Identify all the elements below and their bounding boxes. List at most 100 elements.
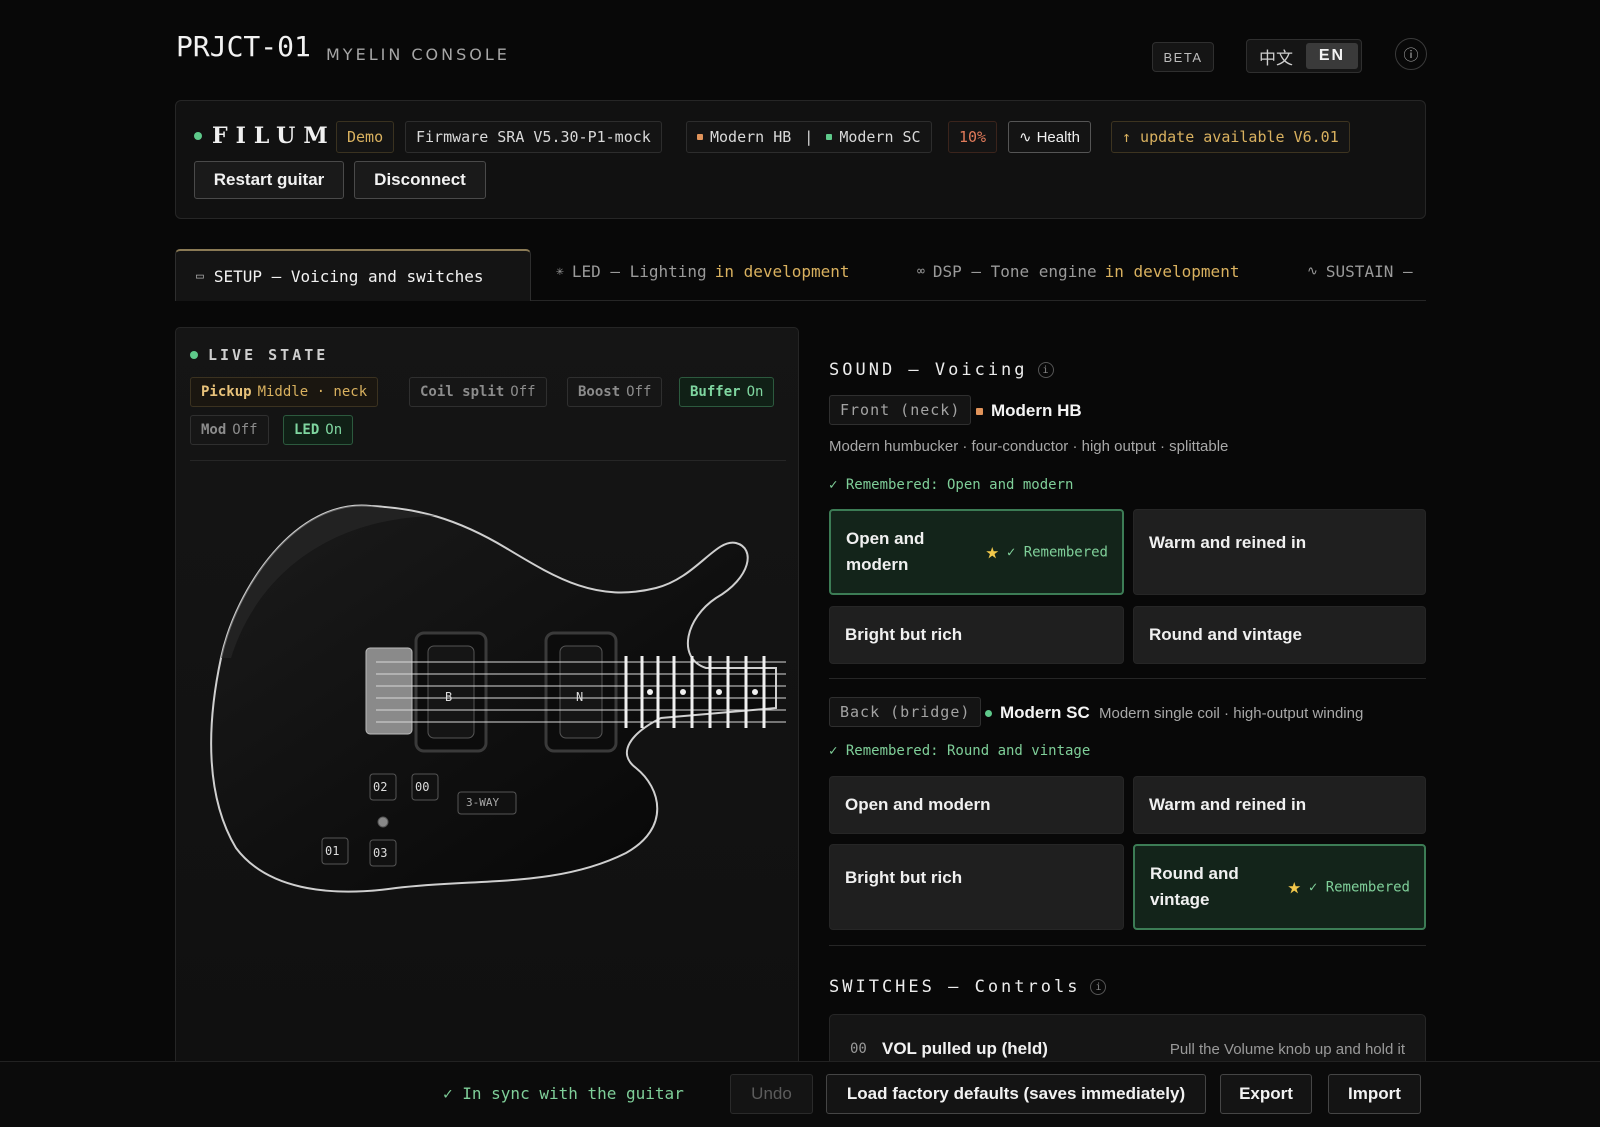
footer-bar: ✓ In sync with the guitar Undo Load fact… bbox=[0, 1061, 1600, 1127]
back-pickup-name-label: Modern SC bbox=[1000, 703, 1090, 722]
tab-dsp-status: in development bbox=[1104, 262, 1240, 281]
language-option-en[interactable]: EN bbox=[1306, 43, 1358, 69]
device-card: FILUM Demo Firmware SRA V5.30-P1-mock Mo… bbox=[175, 100, 1426, 219]
voicing-label: Round and vintage bbox=[1149, 625, 1302, 644]
knob-03-label[interactable]: 03 bbox=[373, 846, 387, 860]
mode-badge: Demo bbox=[336, 121, 395, 153]
device-name-label: FILUM bbox=[212, 123, 336, 149]
pickup-divider bbox=[829, 678, 1426, 679]
voicing-label: Bright but rich bbox=[845, 868, 963, 887]
back-pickup-name: Modern SC bbox=[985, 703, 1090, 723]
language-switch: 中文 EN bbox=[1246, 39, 1362, 73]
front-voicing-warm-and-reined-in[interactable]: Warm and reined in bbox=[1133, 509, 1426, 595]
battery-label: 10% bbox=[959, 128, 987, 146]
state-key: Pickup bbox=[201, 384, 252, 400]
app-subtitle: MYELIN CONSOLE bbox=[326, 45, 510, 64]
pulse-icon: ∿ bbox=[1019, 129, 1032, 146]
tab-led-label: LED — Lighting bbox=[571, 262, 707, 281]
health-button[interactable]: ∿ Health bbox=[1008, 121, 1091, 153]
state-key: Boost bbox=[578, 384, 621, 400]
update-label: ↑ update available V6.01 bbox=[1122, 128, 1339, 146]
back-voicing-warm-and-reined-in[interactable]: Warm and reined in bbox=[1133, 776, 1426, 834]
remembered-tag-label: ✓ Remembered bbox=[1006, 544, 1108, 560]
firmware-label: Firmware SRA V5.30-P1-mock bbox=[416, 128, 651, 146]
tab-dsp-label: DSP — Tone engine bbox=[932, 262, 1097, 281]
back-voicing-round-and-vintage[interactable]: Round and vintage ★ ✓ Remembered bbox=[1133, 844, 1426, 930]
load-factory-defaults-button[interactable]: Load factory defaults (saves immediately… bbox=[826, 1074, 1206, 1114]
state-value: On bbox=[746, 384, 764, 400]
pickups-badge: Modern HB | Modern SC bbox=[686, 121, 932, 153]
update-badge[interactable]: ↑ update available V6.01 bbox=[1111, 121, 1350, 153]
restart-guitar-button[interactable]: Restart guitar bbox=[194, 161, 344, 199]
sparkle-icon: ✳ bbox=[556, 264, 564, 279]
connection-status-icon bbox=[194, 132, 202, 140]
state-value: Off bbox=[510, 384, 536, 400]
front-remembered: ✓ Remembered: Open and modern bbox=[829, 477, 1074, 493]
back-voicing-bright-but-rich[interactable]: Bright but rich bbox=[829, 844, 1124, 930]
setup-icon: ▭ bbox=[196, 268, 204, 284]
state-key: Mod bbox=[201, 422, 227, 438]
back-pickup-description: Modern single coil · high-output winding bbox=[1099, 705, 1364, 722]
switch-code: 00 bbox=[850, 1041, 867, 1057]
back-remembered: ✓ Remembered: Round and vintage bbox=[829, 743, 1091, 759]
sound-title-label: SOUND — Voicing bbox=[829, 360, 1028, 380]
language-option-zh[interactable]: 中文 bbox=[1250, 43, 1302, 69]
three-way-switch-label[interactable]: 3-WAY bbox=[466, 796, 499, 809]
info-icon[interactable]: ⓘ bbox=[1395, 38, 1427, 70]
infinity-icon: ∞ bbox=[917, 264, 925, 279]
state-value: On bbox=[325, 422, 343, 438]
sound-info-icon[interactable]: i bbox=[1037, 362, 1054, 378]
firmware-badge: Firmware SRA V5.30-P1-mock bbox=[405, 121, 662, 153]
switches-section-title: SWITCHES — Controls i bbox=[829, 977, 1107, 997]
battery-badge: 10% bbox=[948, 121, 998, 153]
tab-setup[interactable]: ▭ SETUP — Voicing and switches bbox=[175, 249, 531, 301]
health-label: Health bbox=[1036, 128, 1080, 146]
front-voicing-open-and-modern[interactable]: Open and modern ★ ✓ Remembered bbox=[829, 509, 1124, 595]
star-icon: ★ bbox=[1287, 874, 1301, 900]
voicing-label: Warm and reined in bbox=[1149, 533, 1307, 552]
disconnect-button[interactable]: Disconnect bbox=[354, 161, 486, 199]
switch-name: VOL pulled up (held) bbox=[882, 1039, 1048, 1058]
tab-setup-label: SETUP — Voicing and switches bbox=[213, 266, 484, 286]
state-chip-coil-split: Coil split Off bbox=[409, 377, 547, 407]
app-brand: PRJCT-01 bbox=[176, 30, 311, 63]
back-pickup-label: Modern SC bbox=[839, 128, 921, 146]
front-voicing-round-and-vintage[interactable]: Round and vintage bbox=[1133, 606, 1426, 664]
state-chip-boost: Boost Off bbox=[567, 377, 663, 407]
remembered-tag: ★ ✓ Remembered bbox=[986, 540, 1108, 565]
state-chip-mod: Mod Off bbox=[190, 415, 269, 445]
live-state-label: LIVE STATE bbox=[208, 346, 329, 364]
import-button[interactable]: Import bbox=[1328, 1074, 1421, 1114]
export-button[interactable]: Export bbox=[1220, 1074, 1312, 1114]
knob-01-label[interactable]: 01 bbox=[325, 844, 339, 858]
knob-00-label[interactable]: 00 bbox=[415, 780, 429, 794]
tab-led[interactable]: ✳ LED — Lighting in development bbox=[556, 262, 850, 281]
state-value: Off bbox=[232, 422, 258, 438]
live-state-title: LIVE STATE bbox=[190, 346, 328, 364]
star-icon: ★ bbox=[985, 539, 999, 565]
switch-description: Pull the Volume knob up and hold it bbox=[1169, 1041, 1405, 1058]
front-pickup-description: Modern humbucker · four-conductor · high… bbox=[829, 438, 1229, 455]
state-key: Coil split bbox=[420, 384, 505, 400]
tab-dsp[interactable]: ∞ DSP — Tone engine in development bbox=[917, 262, 1239, 281]
front-voicing-bright-but-rich[interactable]: Bright but rich bbox=[829, 606, 1124, 664]
front-pickup-dot-icon bbox=[697, 134, 703, 140]
live-state-divider bbox=[190, 460, 786, 461]
tab-led-status: in development bbox=[714, 262, 850, 281]
voicing-label: Open and modern bbox=[845, 795, 991, 814]
live-state-panel: LIVE STATE Pickup Middle · neck Coil spl… bbox=[175, 327, 799, 1067]
undo-button[interactable]: Undo bbox=[730, 1074, 813, 1114]
back-position-chip: Back (bridge) bbox=[829, 697, 982, 727]
pickup-separator: | bbox=[804, 128, 814, 146]
tab-sustain-label: SUSTAIN — bbox=[1325, 262, 1413, 281]
front-position-chip: Front (neck) bbox=[829, 395, 972, 425]
switches-info-icon[interactable]: i bbox=[1090, 979, 1107, 995]
state-value: Off bbox=[626, 384, 652, 400]
device-name: FILUM bbox=[194, 123, 336, 149]
tab-sustain[interactable]: ∿ SUSTAIN — bbox=[1307, 262, 1413, 281]
back-voicing-open-and-modern[interactable]: Open and modern bbox=[829, 776, 1124, 834]
pickup-b-label: B bbox=[445, 690, 453, 704]
state-chip-pickup: Pickup Middle · neck bbox=[190, 377, 379, 407]
wave-icon: ∿ bbox=[1307, 264, 1318, 279]
knob-02-label[interactable]: 02 bbox=[373, 780, 387, 794]
